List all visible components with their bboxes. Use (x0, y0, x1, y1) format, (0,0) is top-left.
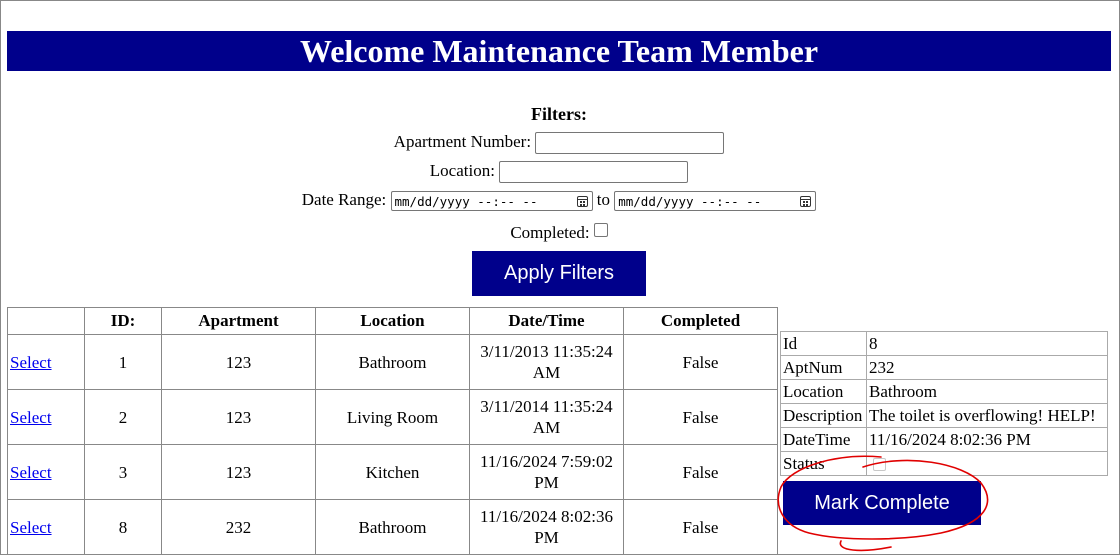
calendar-icon[interactable] (576, 196, 588, 208)
calendar-icon[interactable] (800, 196, 812, 208)
cell-id: 1 (84, 334, 162, 390)
detail-row: Description The toilet is overflowing! H… (780, 403, 1108, 428)
apartment-filter-row: Apartment Number: (1, 127, 1117, 156)
page-title: Welcome Maintenance Team Member (7, 31, 1111, 71)
date-to-value: mm/dd/yyyy --:-- -- (618, 194, 762, 210)
apartment-number-input[interactable] (535, 132, 725, 155)
filters-panel: Filters: Apartment Number: Location: Dat… (1, 101, 1117, 247)
column-header-select (7, 307, 85, 335)
apartment-number-label: Apartment Number: (393, 132, 532, 151)
cell-id: 3 (84, 444, 162, 500)
completed-filter-row: Completed: (1, 214, 1117, 247)
cell-completed: False (623, 444, 778, 500)
apply-filters-button[interactable]: Apply Filters (472, 251, 646, 296)
cell-apartment: 123 (161, 389, 316, 445)
detail-value: 232 (866, 355, 1108, 380)
select-link[interactable]: Select (10, 353, 52, 372)
cell-completed: False (623, 499, 778, 555)
date-from-input[interactable]: mm/dd/yyyy --:-- -- (390, 191, 593, 212)
cell-location: Kitchen (315, 444, 470, 500)
detail-row: Location Bathroom (780, 379, 1108, 404)
completed-checkbox[interactable] (593, 223, 608, 238)
location-filter-row: Location: (1, 156, 1117, 185)
date-range-row: Date Range: mm/dd/yyyy --:-- -- to mm/dd… (1, 185, 1117, 214)
detail-label: Location (780, 379, 867, 404)
detail-label: Id (780, 331, 867, 356)
date-to-input[interactable]: mm/dd/yyyy --:-- -- (614, 191, 817, 212)
select-link[interactable]: Select (10, 463, 52, 482)
detail-row: DateTime 11/16/2024 8:02:36 PM (780, 427, 1108, 452)
cell-id: 2 (84, 389, 162, 445)
cell-id: 8 (84, 499, 162, 555)
completed-label: Completed: (510, 223, 590, 242)
request-detail-table: Id 8 AptNum 232 Location Bathroom Descri… (780, 331, 1108, 476)
cell-completed: False (623, 334, 778, 390)
requests-table: ID: Apartment Location Date/Time Complet… (7, 307, 778, 555)
detail-row: Id 8 (780, 331, 1108, 356)
table-row: Select 8 232 Bathroom 11/16/2024 8:02:36… (7, 499, 778, 555)
cell-location: Bathroom (315, 334, 470, 390)
date-range-label: Date Range: (301, 190, 387, 209)
mark-complete-button[interactable]: Mark Complete (783, 481, 981, 525)
detail-value: 11/16/2024 8:02:36 PM (866, 427, 1108, 452)
status-checkbox[interactable] (873, 458, 886, 472)
detail-label: DateTime (780, 427, 867, 452)
cell-location: Bathroom (315, 499, 470, 555)
detail-label: Description (780, 403, 867, 428)
cell-completed: False (623, 389, 778, 445)
cell-location: Living Room (315, 389, 470, 445)
date-separator: to (596, 190, 610, 209)
detail-value: The toilet is overflowing! HELP! (866, 403, 1108, 428)
column-header-location: Location (315, 307, 470, 335)
cell-datetime: 11/16/2024 7:59:02 PM (469, 444, 624, 500)
filters-title: Filters: (531, 104, 587, 124)
table-row: Select 3 123 Kitchen 11/16/2024 7:59:02 … (7, 444, 778, 500)
column-header-completed: Completed (623, 307, 778, 335)
cell-apartment: 232 (161, 499, 316, 555)
date-from-value: mm/dd/yyyy --:-- -- (394, 194, 538, 210)
cell-apartment: 123 (161, 334, 316, 390)
column-header-id: ID: (84, 307, 162, 335)
detail-value: Bathroom (866, 379, 1108, 404)
detail-label: Status (780, 451, 867, 476)
location-label: Location: (429, 161, 495, 180)
column-header-datetime: Date/Time (469, 307, 624, 335)
detail-row: AptNum 232 (780, 355, 1108, 380)
detail-row: Status (780, 451, 1108, 476)
cell-datetime: 11/16/2024 8:02:36 PM (469, 499, 624, 555)
column-header-apartment: Apartment (161, 307, 316, 335)
cell-apartment: 123 (161, 444, 316, 500)
detail-label: AptNum (780, 355, 867, 380)
table-header-row: ID: Apartment Location Date/Time Complet… (7, 307, 778, 335)
table-row: Select 2 123 Living Room 3/11/2014 11:35… (7, 389, 778, 445)
location-input[interactable] (499, 161, 689, 184)
cell-datetime: 3/11/2013 11:35:24 AM (469, 334, 624, 390)
select-link[interactable]: Select (10, 408, 52, 427)
cell-datetime: 3/11/2014 11:35:24 AM (469, 389, 624, 445)
select-link[interactable]: Select (10, 518, 52, 537)
detail-value: 8 (866, 331, 1108, 356)
table-row: Select 1 123 Bathroom 3/11/2013 11:35:24… (7, 334, 778, 390)
